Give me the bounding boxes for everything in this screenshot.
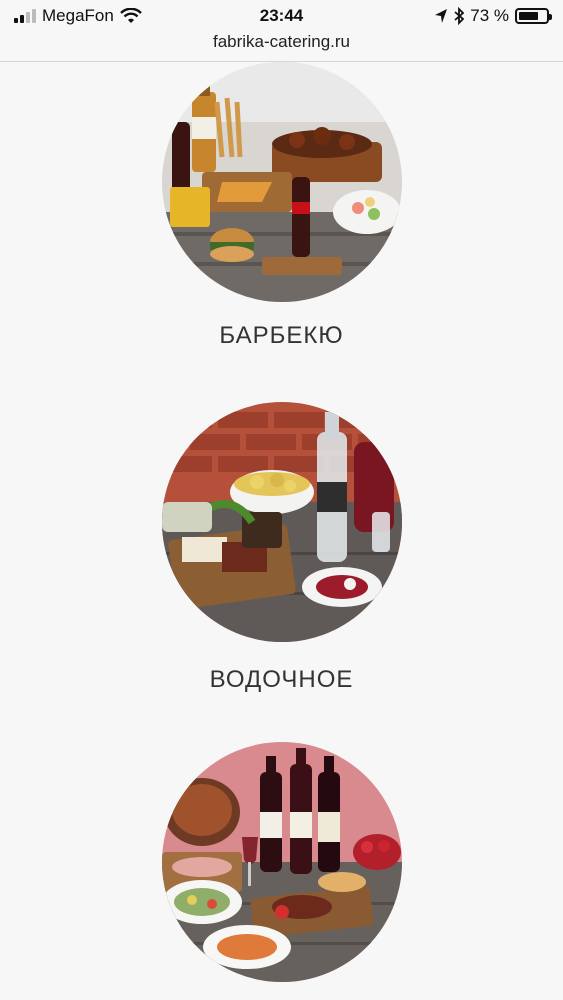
status-bar: MegaFon 23:44 73 % — [0, 0, 563, 32]
clock: 23:44 — [259, 6, 304, 25]
vodka-photo[interactable] — [162, 402, 402, 642]
barbecue-photo[interactable] — [162, 62, 402, 302]
battery-percent: 73 % — [470, 6, 509, 25]
address-bar[interactable]: fabrika-catering.ru — [0, 30, 563, 62]
url-text[interactable]: fabrika-catering.ru — [213, 32, 350, 51]
bluetooth-icon — [454, 7, 465, 25]
battery-icon — [515, 8, 552, 24]
menu-item-title[interactable]: ВОДОЧНОЕ — [0, 666, 563, 694]
location-arrow-icon — [435, 9, 448, 23]
signal-strength-icon — [14, 9, 36, 23]
status-left: MegaFon — [14, 6, 142, 26]
wifi-icon — [119, 8, 142, 23]
carrier-name: MegaFon — [42, 6, 114, 25]
wine-photo[interactable] — [162, 742, 402, 982]
status-right: 73 % — [434, 6, 552, 26]
menu-item-title[interactable]: БАРБЕКЮ — [0, 322, 563, 350]
